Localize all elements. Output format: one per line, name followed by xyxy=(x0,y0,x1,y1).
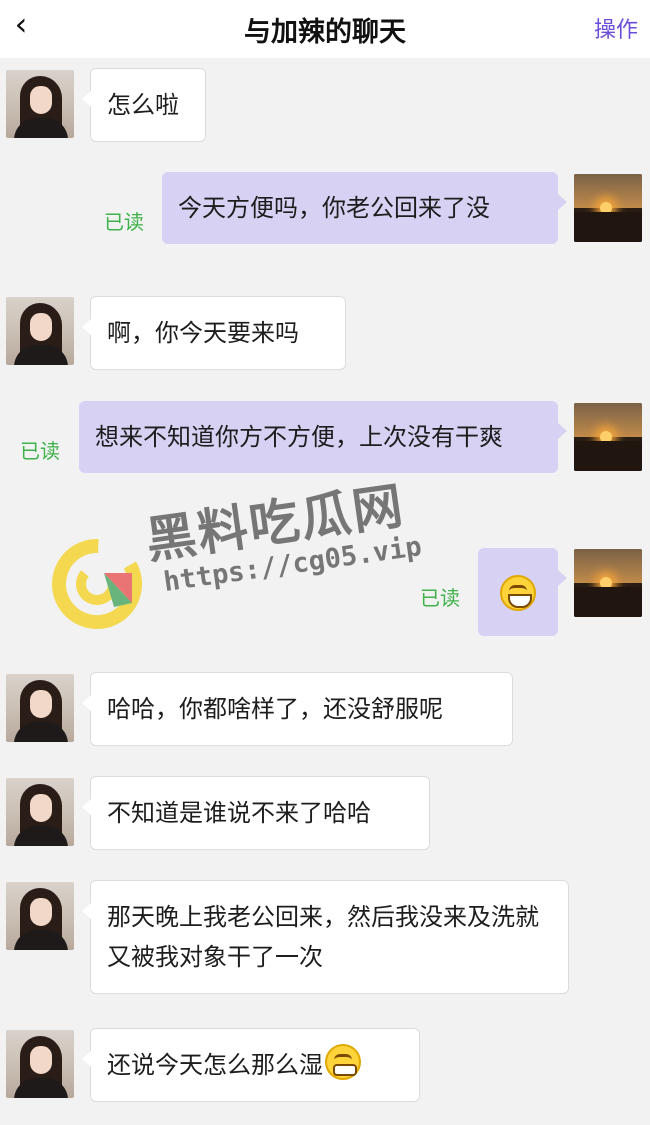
action-button[interactable]: 操作 xyxy=(594,12,638,44)
chat-header: ‹ 与加辣的聊天 操作 xyxy=(0,0,650,58)
contact-avatar[interactable] xyxy=(6,674,74,742)
message-bubble-sent[interactable]: 今天方便吗，你老公回来了没 xyxy=(162,172,567,244)
message-bubble-received[interactable]: 那天晚上我老公回来，然后我没来及洗就又被我对象干了一次 xyxy=(82,880,569,994)
message-bubble-sent[interactable]: 想来不知道你方不方便，上次没有干爽 xyxy=(79,401,567,473)
read-status: 已读 xyxy=(20,439,60,463)
message-bubble-sent[interactable] xyxy=(478,548,567,636)
my-avatar[interactable] xyxy=(574,549,642,617)
watermark-logo-icon xyxy=(52,539,142,629)
my-avatar[interactable] xyxy=(574,174,642,242)
my-avatar[interactable] xyxy=(574,403,642,471)
message-bubble-received[interactable]: 怎么啦 xyxy=(82,68,206,142)
message-bubble-received[interactable]: 哈哈，你都啥样了，还没舒服呢 xyxy=(82,672,513,746)
grinning-face-icon xyxy=(500,575,536,611)
message-text: 还说今天怎么那么湿 xyxy=(107,1051,323,1079)
read-status: 已读 xyxy=(104,210,144,234)
contact-avatar[interactable] xyxy=(6,1030,74,1098)
contact-avatar[interactable] xyxy=(6,882,74,950)
contact-avatar[interactable] xyxy=(6,778,74,846)
watermark-name: 黑料吃瓜网 xyxy=(142,476,409,571)
grimacing-face-icon xyxy=(325,1044,361,1080)
message-bubble-received[interactable]: 啊，你今天要来吗 xyxy=(82,296,346,370)
watermark: 黑料吃瓜网 https://cg05.vip xyxy=(48,476,428,645)
watermark-url: https://cg05.vip xyxy=(161,531,424,598)
contact-avatar[interactable] xyxy=(6,70,74,138)
contact-avatar[interactable] xyxy=(6,297,74,365)
message-bubble-received[interactable]: 不知道是谁说不来了哈哈 xyxy=(82,776,430,850)
read-status: 已读 xyxy=(420,586,460,610)
chat-title: 与加辣的聊天 xyxy=(244,17,406,48)
message-bubble-received[interactable]: 还说今天怎么那么湿 xyxy=(82,1028,420,1102)
